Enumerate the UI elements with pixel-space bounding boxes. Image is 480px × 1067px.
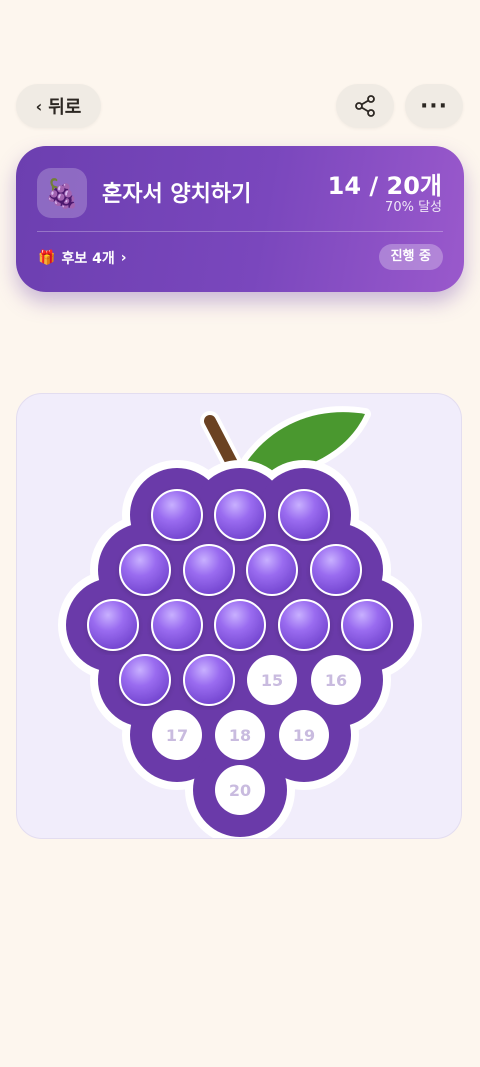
grape-slot-empty[interactable]: 17 [152,710,202,760]
grape-slot-empty[interactable]: 19 [279,710,329,760]
grape-slot-empty[interactable]: 16 [311,655,361,705]
grape-ball [183,544,235,596]
slot-number: 19 [293,726,315,745]
sticker-board: 15 16 17 18 19 20 [16,393,462,839]
grape-slot-filled[interactable] [278,489,330,541]
grape-slot-filled[interactable] [183,544,235,596]
grape-ball [87,599,139,651]
grape-slot-empty[interactable]: 15 [247,655,297,705]
grape-ball [278,599,330,651]
gift-icon: 🎁 [38,250,56,266]
grape-ball [151,599,203,651]
grape-slot-filled[interactable] [278,599,330,651]
chevron-left-icon: ‹ [35,96,43,116]
slot-number: 17 [166,726,188,745]
slot-number: 16 [325,671,347,690]
grape-slot-filled[interactable] [87,599,139,651]
grape-slot-filled[interactable] [246,544,298,596]
reward-candidates-label: 후보 4개 [61,251,115,267]
grape-ball [341,599,393,651]
grape-slot-filled[interactable] [310,544,362,596]
grape-slot-filled[interactable] [214,599,266,651]
grape-ball [214,489,266,541]
grape-slot-filled[interactable] [341,599,393,651]
grape-ball [183,654,235,706]
grape-slot-empty[interactable]: 18 [215,710,265,760]
grape-slot-filled[interactable] [151,599,203,651]
grape-ball [119,544,171,596]
goal-card[interactable]: 🍇 혼자서 양치하기 14 / 20개 70% 달성 🎁 후보 4개 › 진행 … [16,146,464,292]
slot-number: 20 [229,781,251,800]
grape-ball [310,544,362,596]
grape-slot-filled[interactable] [119,654,171,706]
more-options-button[interactable]: ··· [405,84,463,128]
grape-ball [278,489,330,541]
share-icon [355,95,375,117]
grape-slot-empty[interactable]: 20 [215,765,265,815]
share-button[interactable] [336,84,394,128]
grape-slot-filled[interactable] [119,544,171,596]
progress-rate: 70% 달성 [385,200,442,215]
back-button[interactable]: ‹ 뒤로 [16,84,101,128]
goal-title: 혼자서 양치하기 [102,182,252,207]
grape-slot-filled[interactable] [183,654,235,706]
goal-icon-box: 🍇 [37,168,87,218]
grape-ball [119,654,171,706]
grape-icon: 🍇 [44,176,80,210]
grape-ball [214,599,266,651]
reward-candidates-link[interactable]: 🎁 후보 4개 › [38,248,126,268]
grape-slot-filled[interactable] [214,489,266,541]
grape-slot-filled[interactable] [151,489,203,541]
status-badge: 진행 중 [378,244,443,270]
more-icon: ··· [419,93,449,119]
card-divider [37,231,443,232]
grape-ball [151,489,203,541]
grape-ball [246,544,298,596]
chevron-right-icon: › [120,250,127,266]
grape-board-graphic: 15 16 17 18 19 20 [58,406,422,838]
back-label: 뒤로 [48,97,82,118]
slot-number: 15 [261,671,283,690]
slot-number: 18 [229,726,251,745]
